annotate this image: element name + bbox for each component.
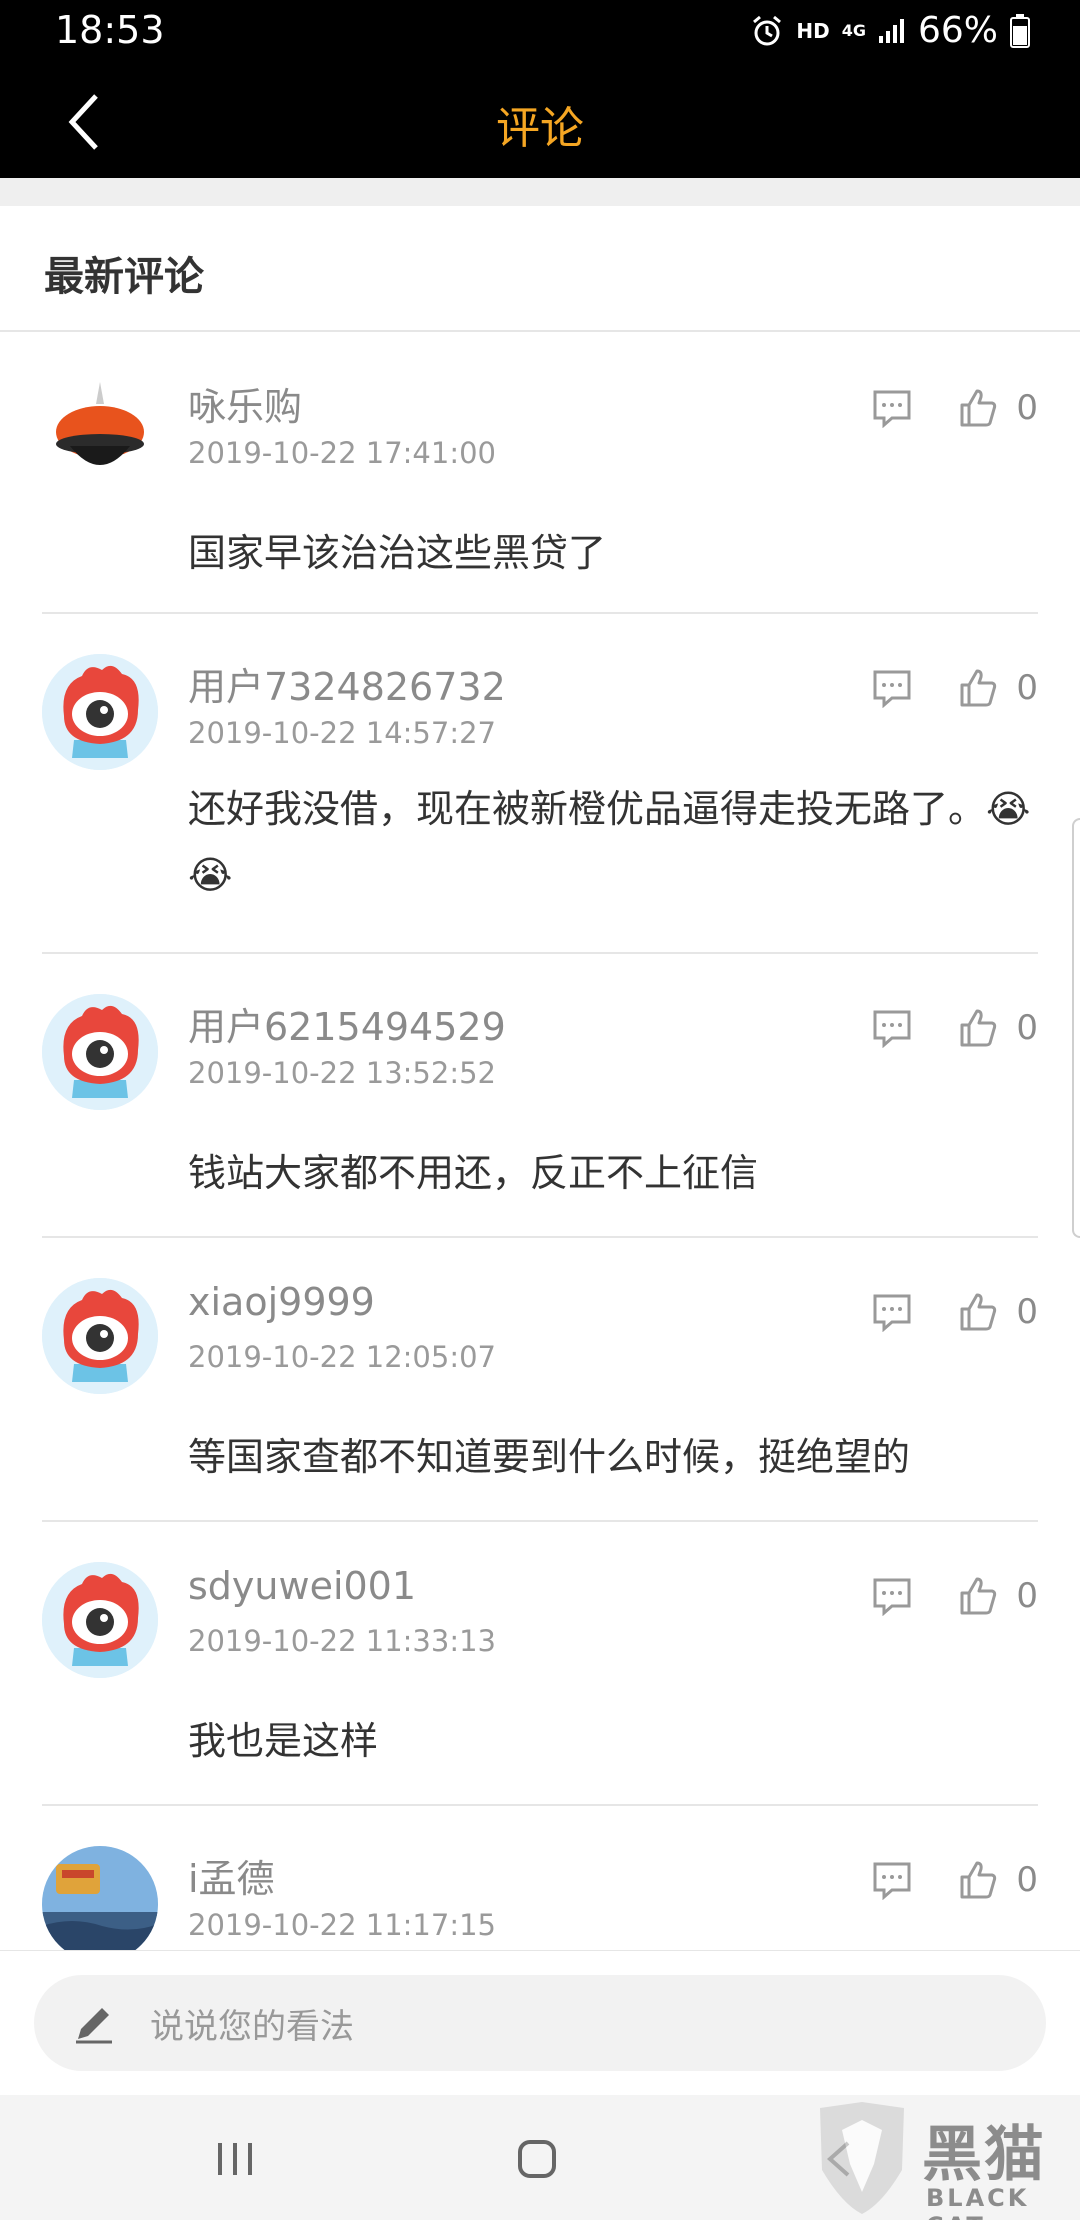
comment-item: 用户6215494529 2019-10-22 13:52:52 钱站大家都不用… bbox=[42, 954, 1038, 1238]
app-header: 评论 bbox=[0, 66, 1080, 178]
comment-author: xiaoj9999 bbox=[188, 1280, 375, 1324]
reply-button[interactable] bbox=[872, 1858, 916, 1902]
like-button[interactable] bbox=[958, 386, 1002, 430]
like-count: 0 bbox=[1016, 1292, 1038, 1332]
pencil-icon bbox=[76, 2008, 112, 2044]
comment-time: 2019-10-22 11:33:13 bbox=[188, 1624, 496, 1658]
comment-icon bbox=[873, 390, 911, 428]
thumbs-up-icon bbox=[960, 1293, 997, 1331]
weibo-eye-icon bbox=[42, 654, 158, 770]
weibo-eye-icon bbox=[42, 1562, 158, 1678]
comment-item: sdyuwei001 2019-10-22 11:33:13 我也是这样 0 bbox=[42, 1522, 1038, 1806]
like-button[interactable] bbox=[958, 666, 1002, 710]
thumbs-up-icon bbox=[960, 669, 997, 707]
comment-icon bbox=[873, 670, 911, 708]
thumbs-up-icon bbox=[960, 1009, 997, 1047]
hd-label: HD bbox=[796, 18, 830, 43]
avatar[interactable] bbox=[42, 654, 158, 770]
status-icons: HD 4G 66% bbox=[750, 10, 1030, 51]
comment-icon bbox=[873, 1010, 911, 1048]
product-photo-avatar bbox=[42, 374, 158, 490]
comment-icon bbox=[873, 1294, 911, 1332]
divider-band bbox=[0, 178, 1080, 206]
avatar[interactable] bbox=[42, 1846, 158, 1950]
like-button[interactable] bbox=[958, 1006, 1002, 1050]
battery-icon bbox=[1010, 13, 1030, 48]
comment-time: 2019-10-22 12:05:07 bbox=[188, 1340, 496, 1374]
comment-author: 用户7324826732 bbox=[188, 665, 506, 709]
like-button[interactable] bbox=[958, 1858, 1002, 1902]
blackcat-watermark: 黑猫 BLACK CAT bbox=[808, 2100, 1080, 2220]
comment-time: 2019-10-22 17:41:00 bbox=[188, 436, 496, 470]
comment-time: 2019-10-22 13:52:52 bbox=[188, 1056, 496, 1090]
comment-time: 2019-10-22 14:57:27 bbox=[188, 716, 496, 750]
home-icon[interactable] bbox=[516, 2139, 558, 2179]
comment-actions: 0 bbox=[872, 1574, 1038, 1618]
thumbs-up-icon bbox=[960, 389, 997, 427]
reply-button[interactable] bbox=[872, 1574, 916, 1618]
comment-actions: 0 bbox=[872, 1290, 1038, 1334]
thumbs-up-icon bbox=[960, 1861, 997, 1899]
comment-item: 用户7324826732 2019-10-22 14:57:27 还好我没借，现… bbox=[42, 614, 1038, 954]
reply-button[interactable] bbox=[872, 386, 916, 430]
comment-input[interactable]: 说说您的看法 bbox=[34, 1975, 1046, 2071]
reply-button[interactable] bbox=[872, 1290, 916, 1334]
watermark-text: 黑猫 bbox=[922, 2120, 1046, 2190]
avatar[interactable] bbox=[42, 994, 158, 1110]
status-time: 18:53 bbox=[55, 8, 165, 52]
weibo-eye-icon bbox=[42, 1278, 158, 1394]
comment-author: 用户6215494529 bbox=[188, 1005, 506, 1049]
thumbs-up-icon bbox=[960, 1577, 997, 1615]
recents-icon[interactable] bbox=[214, 2139, 256, 2179]
comment-icon bbox=[873, 1578, 911, 1616]
comment-author: 咏乐购 bbox=[188, 385, 303, 429]
reply-button[interactable] bbox=[872, 666, 916, 710]
comment-input-placeholder: 说说您的看法 bbox=[150, 2007, 354, 2047]
like-button[interactable] bbox=[958, 1290, 1002, 1334]
section-title: 最新评论 bbox=[44, 254, 204, 300]
section-header: 最新评论 bbox=[0, 206, 1080, 332]
comment-actions: 0 bbox=[872, 1858, 1038, 1902]
cat-shield-icon bbox=[820, 2102, 904, 2214]
avatar[interactable] bbox=[42, 1278, 158, 1394]
comment-author: sdyuwei001 bbox=[188, 1564, 417, 1608]
comment-item: xiaoj9999 2019-10-22 12:05:07 等国家查都不知道要到… bbox=[42, 1238, 1038, 1522]
like-count: 0 bbox=[1016, 1860, 1038, 1900]
comment-actions: 0 bbox=[872, 386, 1038, 430]
like-count: 0 bbox=[1016, 388, 1038, 428]
comment-input-bar: 说说您的看法 bbox=[0, 1950, 1080, 2095]
comment-text: 还好我没借，现在被新橙优品逼得走投无路了。😭😭 bbox=[188, 787, 1031, 897]
alarm-icon bbox=[750, 14, 784, 48]
battery-percent: 66% bbox=[917, 10, 998, 51]
watermark-subtext: BLACK CAT bbox=[926, 2184, 1030, 2220]
like-button[interactable] bbox=[958, 1574, 1002, 1618]
page-title: 评论 bbox=[496, 103, 584, 154]
like-count: 0 bbox=[1016, 1576, 1038, 1616]
comment-list[interactable]: 咏乐购 2019-10-22 17:41:00 国家早该治治这些黑贷了 0 用户… bbox=[0, 334, 1080, 1950]
network-label: 4G bbox=[841, 20, 866, 40]
comment-text: 国家早该治治这些黑贷了 bbox=[188, 531, 607, 575]
comment-actions: 0 bbox=[872, 666, 1038, 710]
comment-time: 2019-10-22 11:17:15 bbox=[188, 1908, 496, 1942]
avatar[interactable] bbox=[42, 1562, 158, 1678]
landscape-photo-avatar bbox=[42, 1846, 158, 1950]
signal-icon bbox=[878, 18, 906, 44]
like-count: 0 bbox=[1016, 1008, 1038, 1048]
comment-author: i孟德 bbox=[188, 1857, 275, 1901]
comment-actions: 0 bbox=[872, 1006, 1038, 1050]
reply-button[interactable] bbox=[872, 1006, 916, 1050]
scroll-indicator[interactable] bbox=[1072, 818, 1080, 1238]
weibo-eye-icon bbox=[42, 994, 158, 1110]
comment-text: 等国家查都不知道要到什么时候，挺绝望的 bbox=[188, 1435, 911, 1479]
comment-item: i孟德 2019-10-22 11:17:15 0 bbox=[42, 1806, 1038, 1950]
comment-text: 我也是这样 bbox=[188, 1719, 379, 1763]
comment-text: 钱站大家都不用还，反正不上征信 bbox=[188, 1151, 759, 1195]
comment-item: 咏乐购 2019-10-22 17:41:00 国家早该治治这些黑贷了 0 bbox=[42, 334, 1038, 614]
comment-icon bbox=[873, 1862, 911, 1900]
avatar[interactable] bbox=[42, 374, 158, 490]
like-count: 0 bbox=[1016, 668, 1038, 708]
status-bar: 18:53 HD 4G 66% bbox=[0, 0, 1080, 66]
